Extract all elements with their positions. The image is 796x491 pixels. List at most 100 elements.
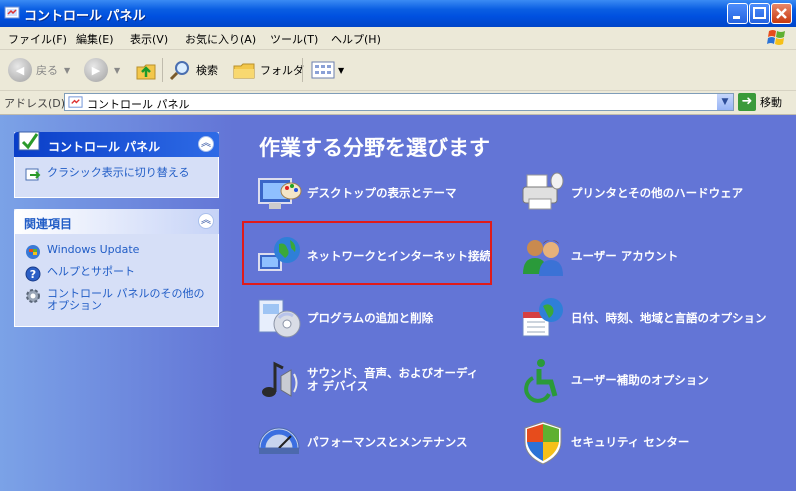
category-accessibility[interactable]: ユーザー補助のオプション bbox=[519, 355, 709, 405]
control-panel-icon bbox=[4, 6, 20, 19]
category-label: デスクトップの表示とテーマ bbox=[307, 185, 457, 200]
help-support-label: ヘルプとサポート bbox=[47, 265, 135, 278]
classic-view-label: クラシック表示に切り替える bbox=[47, 166, 190, 179]
folders-button[interactable]: フォルダ bbox=[232, 56, 304, 84]
help-support-link[interactable]: ? ヘルプとサポート bbox=[25, 266, 210, 282]
maximize-button[interactable] bbox=[749, 3, 770, 24]
back-dropdown-icon[interactable]: ▼ bbox=[64, 66, 70, 75]
up-folder-icon bbox=[136, 64, 156, 80]
views-button[interactable]: ▼ bbox=[310, 56, 344, 84]
go-arrow-icon: ➜ bbox=[738, 93, 756, 111]
collapse-chevron-icon[interactable]: ︽ bbox=[198, 136, 214, 152]
back-arrow-icon: ◀ bbox=[8, 58, 32, 82]
folders-label: フォルダ bbox=[260, 64, 304, 77]
programs-icon bbox=[258, 299, 301, 338]
toolbar-separator bbox=[302, 58, 303, 82]
go-button[interactable]: ➜ 移動 bbox=[738, 93, 782, 111]
control-panel-icon bbox=[18, 131, 40, 151]
sound-icon bbox=[262, 361, 298, 397]
help-icon: ? bbox=[25, 266, 41, 282]
menu-favorites[interactable]: お気に入り(A) bbox=[185, 31, 256, 47]
windows-update-icon bbox=[26, 245, 40, 259]
windows-logo-icon bbox=[767, 30, 785, 45]
search-button[interactable]: 検索 bbox=[168, 56, 218, 84]
panel-body: Windows Update ? ヘルプとサポート コントロール パネルのその他… bbox=[14, 234, 219, 327]
window-title: コントロール パネル bbox=[24, 9, 146, 24]
category-datetime[interactable]: 日付、時刻、地域と言語のオプション bbox=[519, 293, 767, 343]
category-sound[interactable]: サウンド、音声、およびオーディオ デバイス bbox=[255, 355, 487, 405]
collapse-chevron-icon[interactable]: ︽ bbox=[198, 213, 214, 229]
search-icon bbox=[169, 61, 189, 81]
control-panel-panel: コントロール パネル ︽ クラシック表示に切り替える bbox=[14, 131, 219, 198]
address-value: コントロール パネル bbox=[87, 98, 190, 111]
task-pane: コントロール パネル ︽ クラシック表示に切り替える 関連項目 ︽ Window… bbox=[0, 115, 233, 491]
control-panel-window: コントロール パネル ファイル(F) 編集(E) 表示(V) お気に入り(A) … bbox=[0, 0, 796, 491]
menu-edit[interactable]: 編集(E) bbox=[76, 31, 114, 47]
back-label: 戻る bbox=[36, 64, 58, 77]
category-label: 日付、時刻、地域と言語のオプション bbox=[571, 310, 767, 325]
category-performance[interactable]: パフォーマンスとメンテナンス bbox=[255, 417, 468, 467]
toolbar-separator bbox=[162, 58, 163, 82]
forward-button[interactable]: ▶ ▼ bbox=[84, 56, 120, 84]
users-icon bbox=[523, 240, 563, 276]
folder-icon bbox=[233, 63, 255, 79]
address-label: アドレス(D) bbox=[4, 97, 66, 110]
category-programs[interactable]: プログラムの追加と削除 bbox=[255, 293, 433, 343]
forward-dropdown-icon[interactable]: ▼ bbox=[114, 66, 120, 75]
datetime-icon bbox=[522, 298, 563, 337]
address-dropdown-icon[interactable]: ▼ bbox=[717, 94, 733, 110]
related-panel-header[interactable]: 関連項目 ︽ bbox=[14, 209, 219, 234]
minimize-icon bbox=[733, 16, 740, 19]
control-panel-panel-header[interactable]: コントロール パネル ︽ bbox=[14, 131, 219, 157]
accessibility-icon bbox=[524, 359, 558, 403]
panel-body: クラシック表示に切り替える bbox=[14, 157, 219, 198]
menu-file[interactable]: ファイル(F) bbox=[8, 31, 67, 47]
switch-view-icon bbox=[25, 168, 41, 181]
other-options-label: コントロール パネルのその他のオプション bbox=[47, 287, 205, 312]
shield-icon bbox=[524, 421, 562, 465]
category-label: ユーザー補助のオプション bbox=[571, 372, 709, 387]
menu-help[interactable]: ヘルプ(H) bbox=[331, 31, 381, 47]
title-bar[interactable]: コントロール パネル bbox=[0, 0, 796, 27]
category-label: セキュリティ センター bbox=[571, 434, 690, 449]
category-security[interactable]: セキュリティ センター bbox=[519, 417, 689, 467]
panel-title: 関連項目 bbox=[24, 217, 73, 231]
search-label: 検索 bbox=[196, 64, 218, 77]
up-folder-button[interactable] bbox=[134, 56, 158, 84]
minimize-button[interactable] bbox=[727, 3, 748, 24]
category-printers[interactable]: プリンタとその他のハードウェア bbox=[519, 168, 743, 218]
highlight-box bbox=[242, 221, 492, 285]
page-title: 作業する分野を選びます bbox=[259, 136, 490, 160]
category-label: サウンド、音声、およびオーディオ デバイス bbox=[307, 366, 479, 393]
category-user-accounts[interactable]: ユーザー アカウント bbox=[519, 231, 678, 281]
views-dropdown-icon[interactable]: ▼ bbox=[338, 66, 344, 75]
performance-icon bbox=[258, 427, 300, 454]
control-panel-icon bbox=[68, 96, 83, 108]
other-options-link[interactable]: コントロール パネルのその他のオプション bbox=[25, 288, 210, 312]
menu-view[interactable]: 表示(V) bbox=[130, 31, 168, 47]
category-view: 作業する分野を選びます デスクトップの表示とテーマ ネットワークとインターネット… bbox=[233, 115, 796, 491]
close-button[interactable] bbox=[771, 3, 792, 24]
menu-tools[interactable]: ツール(T) bbox=[270, 31, 318, 47]
forward-arrow-icon: ▶ bbox=[84, 58, 108, 82]
windows-update-link[interactable]: Windows Update bbox=[25, 244, 210, 260]
back-button[interactable]: ◀ 戻る ▼ bbox=[8, 56, 70, 84]
maximize-icon bbox=[753, 7, 766, 19]
category-label: ユーザー アカウント bbox=[571, 248, 679, 263]
address-input[interactable]: コントロール パネル ▼ bbox=[64, 93, 734, 111]
views-icon bbox=[311, 61, 335, 79]
menu-bar: ファイル(F) 編集(E) 表示(V) お気に入り(A) ツール(T) ヘルプ(… bbox=[0, 27, 796, 50]
toolbar: ◀ 戻る ▼ ▶ ▼ 検索 フォルダ ▼ bbox=[0, 50, 796, 91]
category-label: パフォーマンスとメンテナンス bbox=[307, 434, 468, 449]
printer-icon bbox=[522, 172, 564, 210]
close-icon bbox=[776, 8, 787, 19]
category-label: プリンタとその他のハードウェア bbox=[571, 185, 744, 200]
panel-title: コントロール パネル bbox=[48, 140, 161, 154]
classic-view-link[interactable]: クラシック表示に切り替える bbox=[25, 167, 210, 183]
address-bar: アドレス(D) コントロール パネル ▼ ➜ 移動 bbox=[0, 91, 796, 115]
go-label: 移動 bbox=[760, 96, 782, 109]
category-desktop[interactable]: デスクトップの表示とテーマ bbox=[255, 168, 457, 218]
category-label: プログラムの追加と削除 bbox=[307, 310, 434, 325]
related-panel: 関連項目 ︽ Windows Update ? ヘルプとサポート コントロール … bbox=[14, 209, 219, 327]
gear-icon bbox=[26, 289, 40, 303]
